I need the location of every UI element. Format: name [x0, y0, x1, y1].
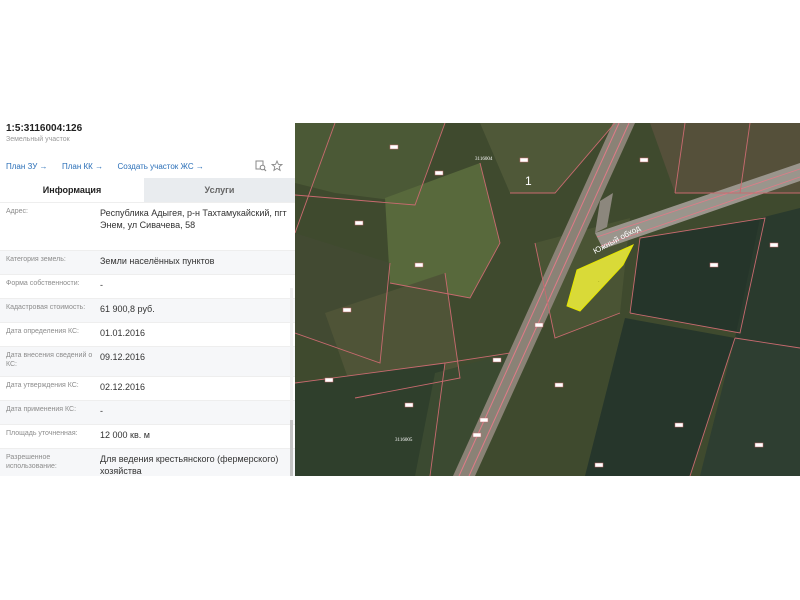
row-label: Дата определения КС:	[6, 328, 79, 335]
row-value: 02.12.2016	[100, 382, 146, 392]
panel-header: 1:5:3116004:126 Земельный участок	[0, 120, 295, 152]
row-label: Форма собственности:	[6, 280, 80, 287]
row-label: Адрес:	[6, 208, 28, 215]
plot-label: 3116005	[395, 438, 413, 443]
row-value: -	[100, 280, 103, 290]
table-row: Категория земель: Земли населённых пункт…	[0, 250, 295, 274]
row-value: -	[100, 406, 103, 416]
row-label: Дата утверждения КС:	[6, 382, 79, 389]
scrollbar-thumb[interactable]	[290, 420, 293, 476]
action-links: План ЗУ → План КК → Создать участок ЖС →	[0, 156, 295, 178]
row-label: Дата применения КС:	[6, 406, 77, 413]
row-label: Категория земель:	[6, 256, 66, 263]
map-canvas[interactable]: · Южный обход 1 3116004 3116005	[295, 123, 800, 476]
satellite-map[interactable]: · Южный обход 1 3116004 3116005	[295, 123, 800, 476]
attributes-table: Адрес: Республика Адыгея, р-н Тахтамукай…	[0, 202, 295, 476]
parcel-info-panel: 1:5:3116004:126 Земельный участок План З…	[0, 120, 295, 476]
create-parcel-link[interactable]: Создать участок ЖС →	[118, 156, 204, 178]
star-icon[interactable]	[270, 159, 283, 173]
row-value: 01.01.2016	[100, 328, 146, 338]
row-label: Дата внесения сведений о КС:	[6, 352, 93, 368]
tab-services[interactable]: Услуги	[144, 178, 295, 202]
row-label: Кадастровая стоимость:	[6, 304, 86, 311]
row-label: Площадь уточненная:	[6, 430, 78, 437]
tab-bar: Информация Услуги	[0, 178, 295, 202]
table-row: Адрес: Республика Адыгея, р-н Тахтамукай…	[0, 202, 295, 250]
row-value: Республика Адыгея, р-н Тахтамукайский, п…	[100, 208, 287, 230]
plot-label: 3116004	[475, 157, 493, 162]
object-type: Земельный участок	[6, 136, 70, 143]
table-row: Кадастровая стоимость: 61 900,8 руб.	[0, 298, 295, 322]
row-value: 09.12.2016	[100, 352, 146, 362]
table-row: Дата применения КС: -	[0, 400, 295, 424]
block-number: 1	[525, 174, 532, 188]
cadastral-number: 1:5:3116004:126	[6, 123, 83, 134]
table-row: Разрешенное использование: Для ведения к…	[0, 448, 295, 476]
table-row: Дата утверждения КС: 02.12.2016	[0, 376, 295, 400]
search-icon[interactable]	[254, 160, 267, 173]
table-row: Площадь уточненная: 12 000 кв. м	[0, 424, 295, 448]
table-row: Форма собственности: -	[0, 274, 295, 298]
tab-information[interactable]: Информация	[0, 178, 144, 202]
row-value: Для ведения крестьянского (фермерского) …	[100, 454, 279, 476]
table-row: Дата внесения сведений о КС: 09.12.2016	[0, 346, 295, 376]
row-value: Земли населённых пунктов	[100, 256, 215, 266]
row-value: 61 900,8 руб.	[100, 304, 155, 314]
table-row: Дата определения КС: 01.01.2016	[0, 322, 295, 346]
plan-kk-link[interactable]: План КК →	[62, 156, 103, 178]
plan-zu-link[interactable]: План ЗУ →	[6, 156, 48, 178]
row-value: 12 000 кв. м	[100, 430, 150, 440]
row-label: Разрешенное использование:	[6, 454, 57, 470]
